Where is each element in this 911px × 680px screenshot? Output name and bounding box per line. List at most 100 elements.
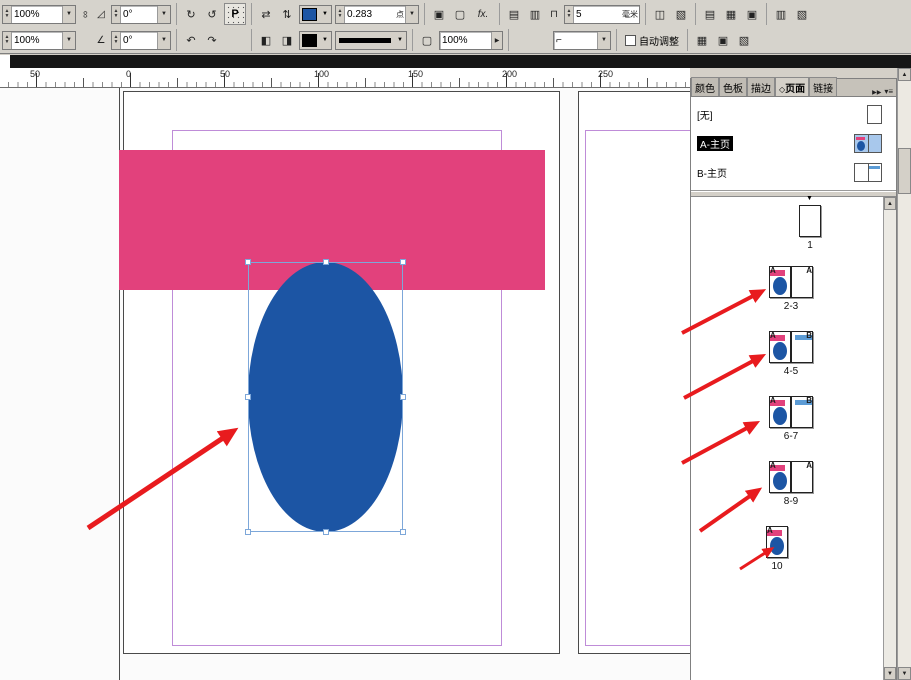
dropdown-icon[interactable]: ▼ — [319, 11, 331, 17]
spin-down-icon[interactable]: ▼ — [5, 40, 10, 45]
master-b-row[interactable]: B-主页 — [697, 158, 890, 187]
object-style-icon[interactable]: ▣ — [430, 4, 448, 24]
spread-thumb-4-5[interactable]: A B 4-5 — [691, 331, 871, 379]
dropdown-icon[interactable]: ▼ — [62, 6, 75, 23]
spinner-icon[interactable]: ▲▼ — [3, 32, 12, 49]
master-none-row[interactable]: [无] — [697, 100, 890, 129]
selection-handle[interactable] — [323, 259, 329, 265]
stroke-weight-field[interactable]: ▲▼ 0.283 点 ▼ — [335, 5, 419, 24]
corner-options-field[interactable]: ⌐ ▼ — [553, 31, 611, 50]
window-vertical-scrollbar[interactable]: ▲ ▼ — [897, 68, 911, 680]
dropdown-icon[interactable]: ▼ — [394, 37, 406, 43]
rotation-angle-value[interactable]: 0° — [121, 35, 157, 46]
scroll-up-icon[interactable]: ▲ — [898, 68, 911, 81]
quick-apply-icon[interactable]: ▧ — [793, 4, 811, 24]
master-b-label[interactable]: B-主页 — [697, 165, 727, 180]
page-1-label[interactable]: 1 — [788, 240, 832, 251]
flip-vertical-icon[interactable]: ⇅ — [278, 4, 296, 24]
dropdown-icon[interactable]: ▼ — [62, 32, 75, 49]
spread-thumb-6-7[interactable]: A B 6-7 — [691, 396, 871, 444]
master-a-spread-icon[interactable] — [854, 134, 882, 153]
selection-handle[interactable] — [400, 394, 406, 400]
rotate-right-icon[interactable]: ↷ — [203, 30, 221, 50]
selection-handle[interactable] — [245, 529, 251, 535]
effects-icon[interactable]: fx. — [472, 4, 494, 24]
scale-y-value[interactable]: 100% — [12, 35, 62, 46]
scrollbar-thumb[interactable] — [898, 148, 911, 194]
spinner-icon[interactable]: ▲▼ — [112, 32, 121, 49]
pages-scrollbar[interactable]: ▲ ▼ — [883, 197, 896, 680]
spread-8-9-label[interactable]: 8-9 — [769, 496, 813, 507]
selection-handle[interactable] — [323, 529, 329, 535]
selection-handle[interactable] — [245, 394, 251, 400]
master-none-page-icon[interactable] — [867, 105, 882, 124]
shear-angle-field[interactable]: ▲▼ 0° ▼ — [111, 5, 171, 24]
spin-down-icon[interactable]: ▼ — [114, 40, 119, 45]
constrain-proportions-icon[interactable]: ∞ — [80, 8, 91, 20]
scroll-up-icon[interactable]: ▲ — [884, 197, 896, 210]
page-5-thumbnail[interactable]: B — [791, 331, 813, 363]
drop-shadow-icon[interactable]: ▢ — [451, 4, 469, 24]
fit-content-icon[interactable]: ▧ — [672, 4, 690, 24]
frame-fitting-icon[interactable]: ◫ — [651, 4, 669, 24]
page-1-thumbnail[interactable] — [799, 205, 821, 237]
rotate-left-icon[interactable]: ↶ — [182, 30, 200, 50]
master-a-label[interactable]: A-主页 — [697, 136, 733, 151]
spread-4-5-label[interactable]: 4-5 — [769, 366, 813, 377]
fill-color-control[interactable]: ▼ — [299, 5, 332, 24]
align-panel-icon[interactable]: ▤ — [701, 4, 719, 24]
shear-angle-value[interactable]: 0° — [121, 9, 157, 20]
select-container-icon[interactable]: ▣ — [743, 4, 761, 24]
stroke-weight-value[interactable]: 0.283 — [345, 9, 396, 20]
flip-horizontal-icon[interactable]: ⇄ — [257, 4, 275, 24]
spinner-icon[interactable]: ▲▼ — [3, 6, 12, 23]
selection-handle[interactable] — [245, 259, 251, 265]
page-3-thumbnail[interactable]: A — [791, 266, 813, 298]
dropdown-icon[interactable]: ▼ — [597, 32, 610, 49]
tab-overflow-icon[interactable]: ▶▶ — [870, 89, 883, 96]
horizontal-ruler[interactable]: 50 0 50 100 150 200 250 — [0, 68, 690, 88]
selection-handle[interactable] — [400, 529, 406, 535]
rotation-angle-field[interactable]: ▲▼ 0° ▼ — [111, 31, 171, 50]
tab-swatches[interactable]: 色板 — [719, 77, 747, 96]
rotate-cw-icon[interactable]: ↻ — [182, 4, 200, 24]
spin-down-icon[interactable]: ▼ — [114, 14, 119, 19]
spread-thumb-2-3[interactable]: A A 2-3 — [691, 266, 871, 314]
document-setup-icon[interactable]: ▧ — [735, 30, 753, 50]
stroke-color-swatch[interactable] — [302, 34, 317, 47]
opacity-value[interactable]: 100% — [440, 35, 491, 46]
autofit-control[interactable]: 自动调整 — [622, 33, 682, 48]
wrap-offset-field[interactable]: ▲▼ 5 毫米 — [564, 5, 640, 24]
stroke-color-control[interactable]: ▼ — [299, 31, 332, 50]
text-wrap-panel-icon[interactable]: ▥ — [772, 4, 790, 24]
spin-down-icon[interactable]: ▼ — [567, 14, 572, 19]
scale-x-value[interactable]: 100% — [12, 9, 62, 20]
wrap-none-icon[interactable]: ▤ — [505, 4, 523, 24]
distribute-icon[interactable]: ▦ — [722, 4, 740, 24]
dropdown-icon[interactable]: ▼ — [319, 37, 331, 43]
wrap-offset-value[interactable]: 5 — [574, 9, 622, 20]
page-thumb-10[interactable]: A 10 — [691, 526, 871, 574]
spinner-icon[interactable]: ▲▼ — [336, 6, 345, 23]
selection-handle[interactable] — [400, 259, 406, 265]
tab-links[interactable]: 链接 — [809, 77, 837, 96]
master-a-row[interactable]: A-主页 — [697, 129, 890, 158]
tab-stroke[interactable]: 描边 — [747, 77, 775, 96]
stroke-style-control[interactable]: ▼ — [335, 31, 407, 50]
spread-view-icon[interactable]: ▣ — [714, 30, 732, 50]
scale-x-field[interactable]: ▲▼ 100% ▼ — [2, 5, 76, 24]
page-2-thumbnail[interactable]: A — [769, 266, 791, 298]
rotate-ccw-icon[interactable]: ↺ — [203, 4, 221, 24]
select-next-icon[interactable]: ◨ — [278, 30, 296, 50]
spin-down-icon[interactable]: ▼ — [5, 14, 10, 19]
reference-point-proxy[interactable]: P — [224, 3, 246, 25]
autofit-checkbox[interactable] — [625, 35, 636, 46]
select-previous-icon[interactable]: ◧ — [257, 30, 275, 50]
page-thumb-1[interactable]: 1 — [691, 205, 871, 253]
master-none-label[interactable]: [无] — [697, 107, 713, 122]
tab-color[interactable]: 颜色 — [691, 77, 719, 96]
fill-color-swatch[interactable] — [302, 8, 317, 21]
scroll-down-icon[interactable]: ▼ — [898, 667, 911, 680]
scroll-down-icon[interactable]: ▼ — [884, 667, 896, 680]
spread-6-7-label[interactable]: 6-7 — [769, 431, 813, 442]
